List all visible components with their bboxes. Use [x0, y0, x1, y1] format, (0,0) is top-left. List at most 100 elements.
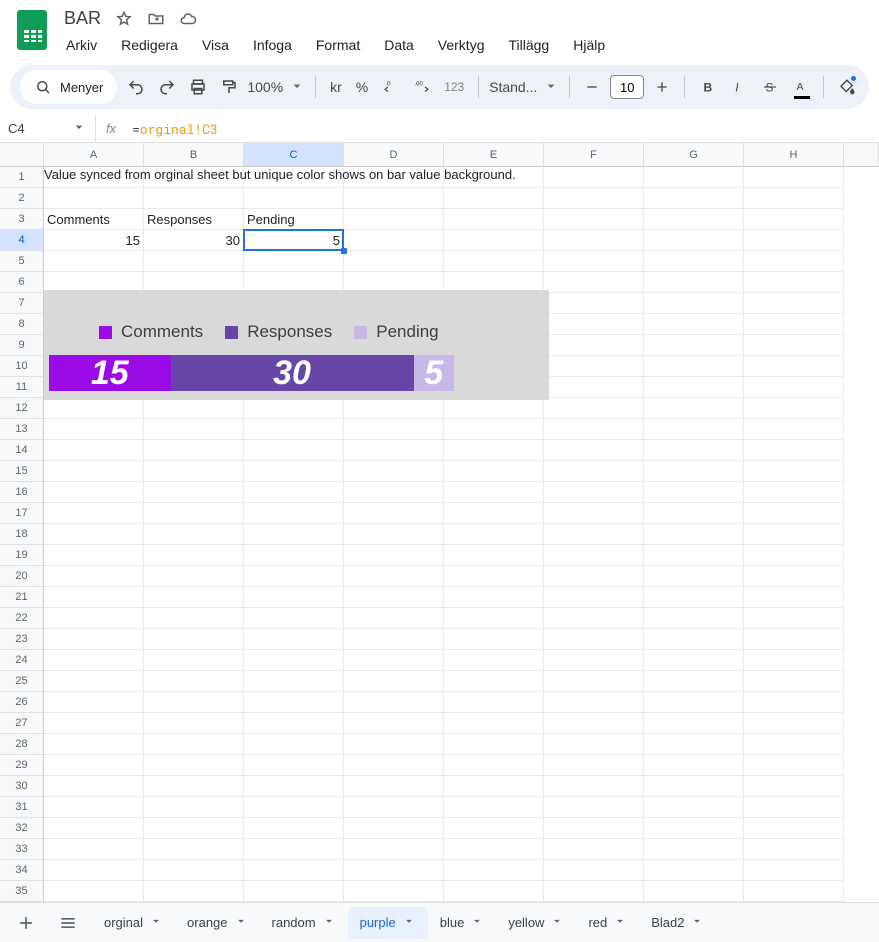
- currency-button[interactable]: kr: [326, 73, 346, 101]
- cell-H31[interactable]: [744, 797, 844, 818]
- cell-C17[interactable]: [244, 503, 344, 524]
- cell-B23[interactable]: [144, 629, 244, 650]
- cell-G14[interactable]: [644, 440, 744, 461]
- cell-B35[interactable]: [144, 881, 244, 902]
- col-header-F[interactable]: F: [544, 143, 644, 167]
- cell-G9[interactable]: [644, 335, 744, 356]
- cell-G15[interactable]: [644, 461, 744, 482]
- cell-G16[interactable]: [644, 482, 744, 503]
- cell-G10[interactable]: [644, 356, 744, 377]
- cell-B31[interactable]: [144, 797, 244, 818]
- cell-H19[interactable]: [744, 545, 844, 566]
- cell-D15[interactable]: [344, 461, 444, 482]
- cell-E33[interactable]: [444, 839, 544, 860]
- cell-B26[interactable]: [144, 692, 244, 713]
- cell-B21[interactable]: [144, 587, 244, 608]
- cell-B17[interactable]: [144, 503, 244, 524]
- cell-C29[interactable]: [244, 755, 344, 776]
- cell-F21[interactable]: [544, 587, 644, 608]
- sheet-tab-orginal[interactable]: orginal: [92, 907, 175, 939]
- cell-A27[interactable]: [44, 713, 144, 734]
- row-header-17[interactable]: 17: [0, 503, 44, 524]
- select-all-corner[interactable]: [0, 143, 44, 167]
- row-header-16[interactable]: 16: [0, 482, 44, 503]
- cell-H27[interactable]: [744, 713, 844, 734]
- print-button[interactable]: [185, 73, 210, 101]
- menu-infoga[interactable]: Infoga: [249, 35, 296, 55]
- cell-A34[interactable]: [44, 860, 144, 881]
- menu-redigera[interactable]: Redigera: [117, 35, 182, 55]
- cell-H20[interactable]: [744, 566, 844, 587]
- cell-F14[interactable]: [544, 440, 644, 461]
- cell-H2[interactable]: [744, 188, 844, 209]
- cell-C16[interactable]: [244, 482, 344, 503]
- row-header-6[interactable]: 6: [0, 272, 44, 293]
- cell-F4[interactable]: [544, 230, 644, 251]
- cell-H25[interactable]: [744, 671, 844, 692]
- cell-C22[interactable]: [244, 608, 344, 629]
- cell-F25[interactable]: [544, 671, 644, 692]
- sheets-logo[interactable]: [12, 6, 52, 54]
- undo-button[interactable]: [123, 73, 148, 101]
- cell-H30[interactable]: [744, 776, 844, 797]
- cell-G6[interactable]: [644, 272, 744, 293]
- cell-G2[interactable]: [644, 188, 744, 209]
- row-header-30[interactable]: 30: [0, 776, 44, 797]
- cell-G33[interactable]: [644, 839, 744, 860]
- cell-D3[interactable]: [344, 209, 444, 230]
- cell-A15[interactable]: [44, 461, 144, 482]
- cell-A5[interactable]: [44, 251, 144, 272]
- cell-F26[interactable]: [544, 692, 644, 713]
- cell-B25[interactable]: [144, 671, 244, 692]
- cell-H24[interactable]: [744, 650, 844, 671]
- cell-B30[interactable]: [144, 776, 244, 797]
- cell-D29[interactable]: [344, 755, 444, 776]
- cell-D34[interactable]: [344, 860, 444, 881]
- cell-H34[interactable]: [744, 860, 844, 881]
- more-formats-button[interactable]: 123: [440, 73, 468, 101]
- cell-G28[interactable]: [644, 734, 744, 755]
- cell-F29[interactable]: [544, 755, 644, 776]
- menu-arkiv[interactable]: Arkiv: [62, 35, 101, 55]
- cell-F30[interactable]: [544, 776, 644, 797]
- cell-D28[interactable]: [344, 734, 444, 755]
- row-header-14[interactable]: 14: [0, 440, 44, 461]
- cell-F28[interactable]: [544, 734, 644, 755]
- cell-A22[interactable]: [44, 608, 144, 629]
- cell-C25[interactable]: [244, 671, 344, 692]
- cell-D2[interactable]: [344, 188, 444, 209]
- cell-G4[interactable]: [644, 230, 744, 251]
- row-header-19[interactable]: 19: [0, 545, 44, 566]
- cell-A14[interactable]: [44, 440, 144, 461]
- cell-A17[interactable]: [44, 503, 144, 524]
- cell-C35[interactable]: [244, 881, 344, 902]
- cell-F11[interactable]: [544, 377, 644, 398]
- cell-H7[interactable]: [744, 293, 844, 314]
- cell-E3[interactable]: [444, 209, 544, 230]
- menu-hjalp[interactable]: Hjälp: [569, 35, 609, 55]
- redo-button[interactable]: [154, 73, 179, 101]
- cell-B15[interactable]: [144, 461, 244, 482]
- cell-C31[interactable]: [244, 797, 344, 818]
- row-header-13[interactable]: 13: [0, 419, 44, 440]
- cell-D23[interactable]: [344, 629, 444, 650]
- cell-C4[interactable]: 5: [244, 230, 344, 251]
- cell-E28[interactable]: [444, 734, 544, 755]
- cell-H26[interactable]: [744, 692, 844, 713]
- cell-A23[interactable]: [44, 629, 144, 650]
- zoom-select[interactable]: 100%: [247, 78, 305, 97]
- cell-G26[interactable]: [644, 692, 744, 713]
- cell-E18[interactable]: [444, 524, 544, 545]
- col-header-G[interactable]: G: [644, 143, 744, 167]
- cell-G20[interactable]: [644, 566, 744, 587]
- cell-E12[interactable]: [444, 398, 544, 419]
- cell-G1[interactable]: [644, 167, 744, 188]
- cell-A12[interactable]: [44, 398, 144, 419]
- cell-B19[interactable]: [144, 545, 244, 566]
- cell-G22[interactable]: [644, 608, 744, 629]
- cell-C2[interactable]: [244, 188, 344, 209]
- cell-H11[interactable]: [744, 377, 844, 398]
- cell-D20[interactable]: [344, 566, 444, 587]
- cell-D12[interactable]: [344, 398, 444, 419]
- cell-G19[interactable]: [644, 545, 744, 566]
